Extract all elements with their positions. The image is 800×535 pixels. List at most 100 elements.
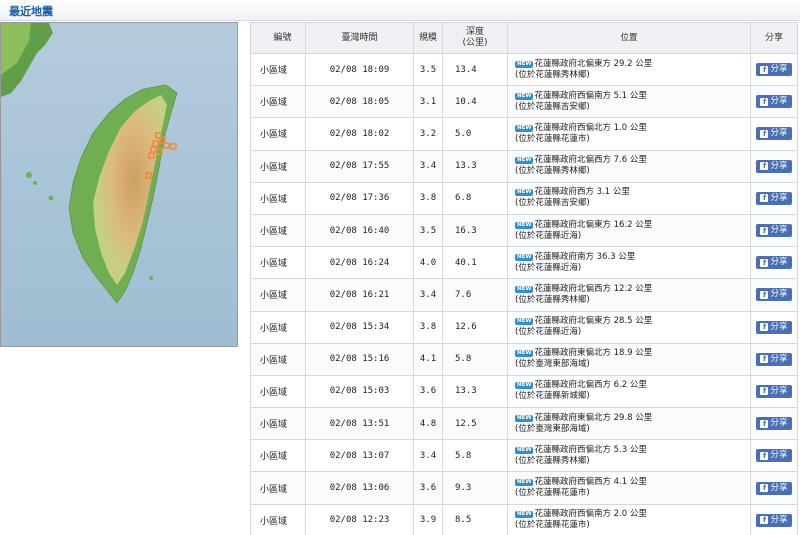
facebook-share-button[interactable]: f 分享 [756,481,792,495]
cell-location[interactable]: NEW 花蓮縣政府西方 3.1 公里 (位於花蓮縣吉安鄉) [507,181,751,215]
cell-share: f 分享 [750,85,798,119]
cell-location[interactable]: NEW 花蓮縣政府西偏北方 5.3 公里 (位於花蓮縣秀林鄉) [507,439,751,473]
table-row[interactable]: 小區域 02/08 16:24 4.0 40.1 NEW 花蓮縣政府南方 36.3 公里(… [250,246,798,280]
cell-magnitude: 3.4 [413,439,443,473]
facebook-share-button[interactable]: f 分享 [756,256,792,270]
cell-location[interactable]: NEW 花蓮縣政府南方 36.3 公里 (位於花蓮縣近海) [507,246,751,280]
cell-location[interactable]: NEW 花蓮縣政府北偏西方 7.6 公里 (位於花蓮縣秀林鄉) [507,149,751,183]
table-row[interactable]: 小區域 02/08 12:23 3.9 8.5 NEW 花蓮縣政府西偏南方 2.0 公里(… [250,503,798,535]
table-row[interactable]: 小區域 02/08 16:40 3.5 16.3 NEW 花蓮縣政府北偏東方 16.2 公… [250,213,798,248]
cell-depth: 7.6 [442,278,508,312]
facebook-share-button[interactable]: f 分享 [756,417,792,431]
cell-magnitude: 3.6 [413,374,443,409]
facebook-icon: f [760,162,769,171]
header-magnitude: 規模 [413,22,443,54]
new-badge: NEW [515,157,534,165]
cell-id: 小區域 [250,149,306,183]
location-line2: (位於花蓮縣新城鄉) [515,391,590,402]
cell-depth: 8.5 [442,503,508,535]
location-line1: 花蓮縣政府北偏西方 12.2 公里 [534,283,653,294]
cell-time: 02/08 15:34 [305,310,414,344]
table-row[interactable]: 小區域 02/08 18:02 3.2 5.0 NEW 花蓮縣政府西偏北方 1.0 公里(… [250,117,798,151]
location-line2: (位於花蓮縣近海) [515,262,582,273]
facebook-share-button[interactable]: f 分享 [756,127,792,141]
location-line1: 花蓮縣政府北偏東方 28.5 公里 [534,316,653,327]
share-label: 分享 [770,482,788,493]
cell-time: 02/08 13:51 [305,407,414,441]
table-row[interactable]: 小區域 02/08 17:36 3.8 6.8 NEW 花蓮縣政府西方 3.1 公里 (位於… [250,181,798,215]
table-row[interactable]: 小區域 02/08 13:07 3.4 5.8 NEW 花蓮縣政府西偏北方 5.3 公里(… [250,439,798,473]
cell-time: 02/08 13:07 [305,439,414,473]
share-label: 分享 [770,289,788,300]
location-line2: (位於花蓮縣花蓮市) [515,133,590,144]
location-line1: 花蓮縣政府北偏東方 16.2 公里 [534,219,653,230]
facebook-share-button[interactable]: f 分享 [756,191,792,205]
cell-location[interactable]: NEW 花蓮縣政府西偏南方 2.0 公里 (位於花蓮縣花蓮市) [507,503,751,535]
table-row[interactable]: 小區域 02/08 15:34 3.8 12.6 NEW 花蓮縣政府北偏東方 28.5 公… [250,310,798,344]
earthquake-map[interactable] [0,22,238,347]
cell-depth: 13.4 [442,52,508,87]
facebook-share-button[interactable]: f 分享 [756,159,792,173]
location-line2: (位於花蓮縣吉安鄉) [515,101,590,112]
location-line1: 花蓮縣政府東偏北方 18.9 公里 [534,348,653,359]
facebook-share-button[interactable]: f 分享 [756,352,792,366]
table-row[interactable]: 小區域 02/08 13:06 3.6 9.3 NEW 花蓮縣政府西偏西方 4.1 公里(… [250,471,798,505]
cell-time: 02/08 15:16 [305,342,414,376]
cell-location[interactable]: NEW 花蓮縣政府北偏東方 28.5 公里 (位於花蓮縣近海) [507,310,751,344]
location-line2: (位於臺灣東部海域) [515,359,590,370]
cell-share: f 分享 [750,439,798,473]
location-line1: 花蓮縣政府西方 3.1 公里 [534,187,630,198]
table-row[interactable]: 小區域 02/08 13:51 4.8 12.5 NEW 花蓮縣政府東偏北方 29.8 公… [250,407,798,441]
table-row[interactable]: 小區域 02/08 16:21 3.4 7.6 NEW 花蓮縣政府北偏西方 12.2 公里… [250,278,798,312]
cell-share: f 分享 [750,310,798,344]
cell-magnitude: 3.8 [413,181,443,215]
facebook-share-button[interactable]: f 分享 [756,288,792,302]
facebook-share-button[interactable]: f 分享 [756,224,792,238]
facebook-share-button[interactable]: f 分享 [756,95,792,109]
cell-share: f 分享 [750,342,798,376]
table-row[interactable]: 小區域 02/08 18:09 3.5 13.4 NEW 花蓮縣政府北偏東方 29.2 公… [250,52,798,87]
table-row[interactable]: 小區域 02/08 17:55 3.4 13.3 NEW 花蓮縣政府北偏西方 7.6 公里… [250,149,798,183]
cell-location[interactable]: NEW 花蓮縣政府東偏北方 29.8 公里 (位於臺灣東部海域) [507,407,751,441]
facebook-share-button[interactable]: f 分享 [756,513,792,527]
cell-location[interactable]: NEW 花蓮縣政府北偏東方 29.2 公里 (位於花蓮縣秀林鄉) [507,52,751,87]
cell-location[interactable]: NEW 花蓮縣政府西偏北方 1.0 公里 (位於花蓮縣花蓮市) [507,117,751,151]
table-row[interactable]: 小區域 02/08 18:05 3.1 10.4 NEW 花蓮縣政府西偏南方 5.1 公里… [250,85,798,119]
new-badge: NEW [515,189,534,197]
location-line2: (位於花蓮縣秀林鄉) [515,455,590,466]
cell-time: 02/08 17:55 [305,149,414,183]
facebook-share-button[interactable]: f 分享 [756,449,792,463]
cell-location[interactable]: NEW 花蓮縣政府東偏北方 18.9 公里 (位於臺灣東部海域) [507,342,751,376]
cell-time: 02/08 12:23 [305,503,414,535]
location-line1: 花蓮縣政府西偏北方 5.3 公里 [534,444,647,455]
cell-location[interactable]: NEW 花蓮縣政府西偏南方 5.1 公里 (位於花蓮縣吉安鄉) [507,85,751,119]
location-line1: 花蓮縣政府西偏南方 2.0 公里 [534,509,647,520]
table-row[interactable]: 小區域 02/08 15:16 4.1 5.8 NEW 花蓮縣政府東偏北方 18.9 公里… [250,342,798,376]
facebook-icon: f [760,323,769,332]
cell-id: 小區域 [250,52,306,87]
cell-depth: 12.5 [442,407,508,441]
location-line2: (位於花蓮縣近海) [515,327,582,338]
location-line1: 花蓮縣政府西偏西方 4.1 公里 [534,477,647,488]
facebook-icon: f [760,387,769,396]
table-header-row: 編號 臺灣時間 規模 深度 (公里) 位置 分享 [250,22,798,54]
cell-magnitude: 4.8 [413,407,443,441]
location-line2: (位於花蓮縣秀林鄉) [515,294,590,305]
facebook-share-button[interactable]: f 分享 [756,63,792,77]
section-header: 最近地震 [0,0,800,21]
cell-location[interactable]: NEW 花蓮縣政府北偏西方 12.2 公里 (位於花蓮縣秀林鄉) [507,278,751,312]
cell-location[interactable]: NEW 花蓮縣政府北偏西方 6.2 公里 (位於花蓮縣新城鄉) [507,374,751,409]
facebook-share-button[interactable]: f 分享 [756,320,792,334]
share-label: 分享 [770,160,788,171]
facebook-share-button[interactable]: f 分享 [756,384,792,398]
table-row[interactable]: 小區域 02/08 15:03 3.6 13.3 NEW 花蓮縣政府北偏西方 6.2 公里… [250,374,798,409]
cell-location[interactable]: NEW 花蓮縣政府西偏西方 4.1 公里 (位於花蓮縣花蓮市) [507,471,751,505]
section-title: 最近地震 [9,5,53,18]
location-line2: (位於花蓮縣花蓮市) [515,488,590,499]
cell-id: 小區域 [250,117,306,151]
location-line2: (位於花蓮縣花蓮市) [515,520,590,531]
facebook-icon: f [760,355,769,364]
cell-id: 小區域 [250,85,306,119]
share-label: 分享 [770,321,788,332]
cell-location[interactable]: NEW 花蓮縣政府北偏東方 16.2 公里 (位於花蓮縣近海) [507,213,751,248]
